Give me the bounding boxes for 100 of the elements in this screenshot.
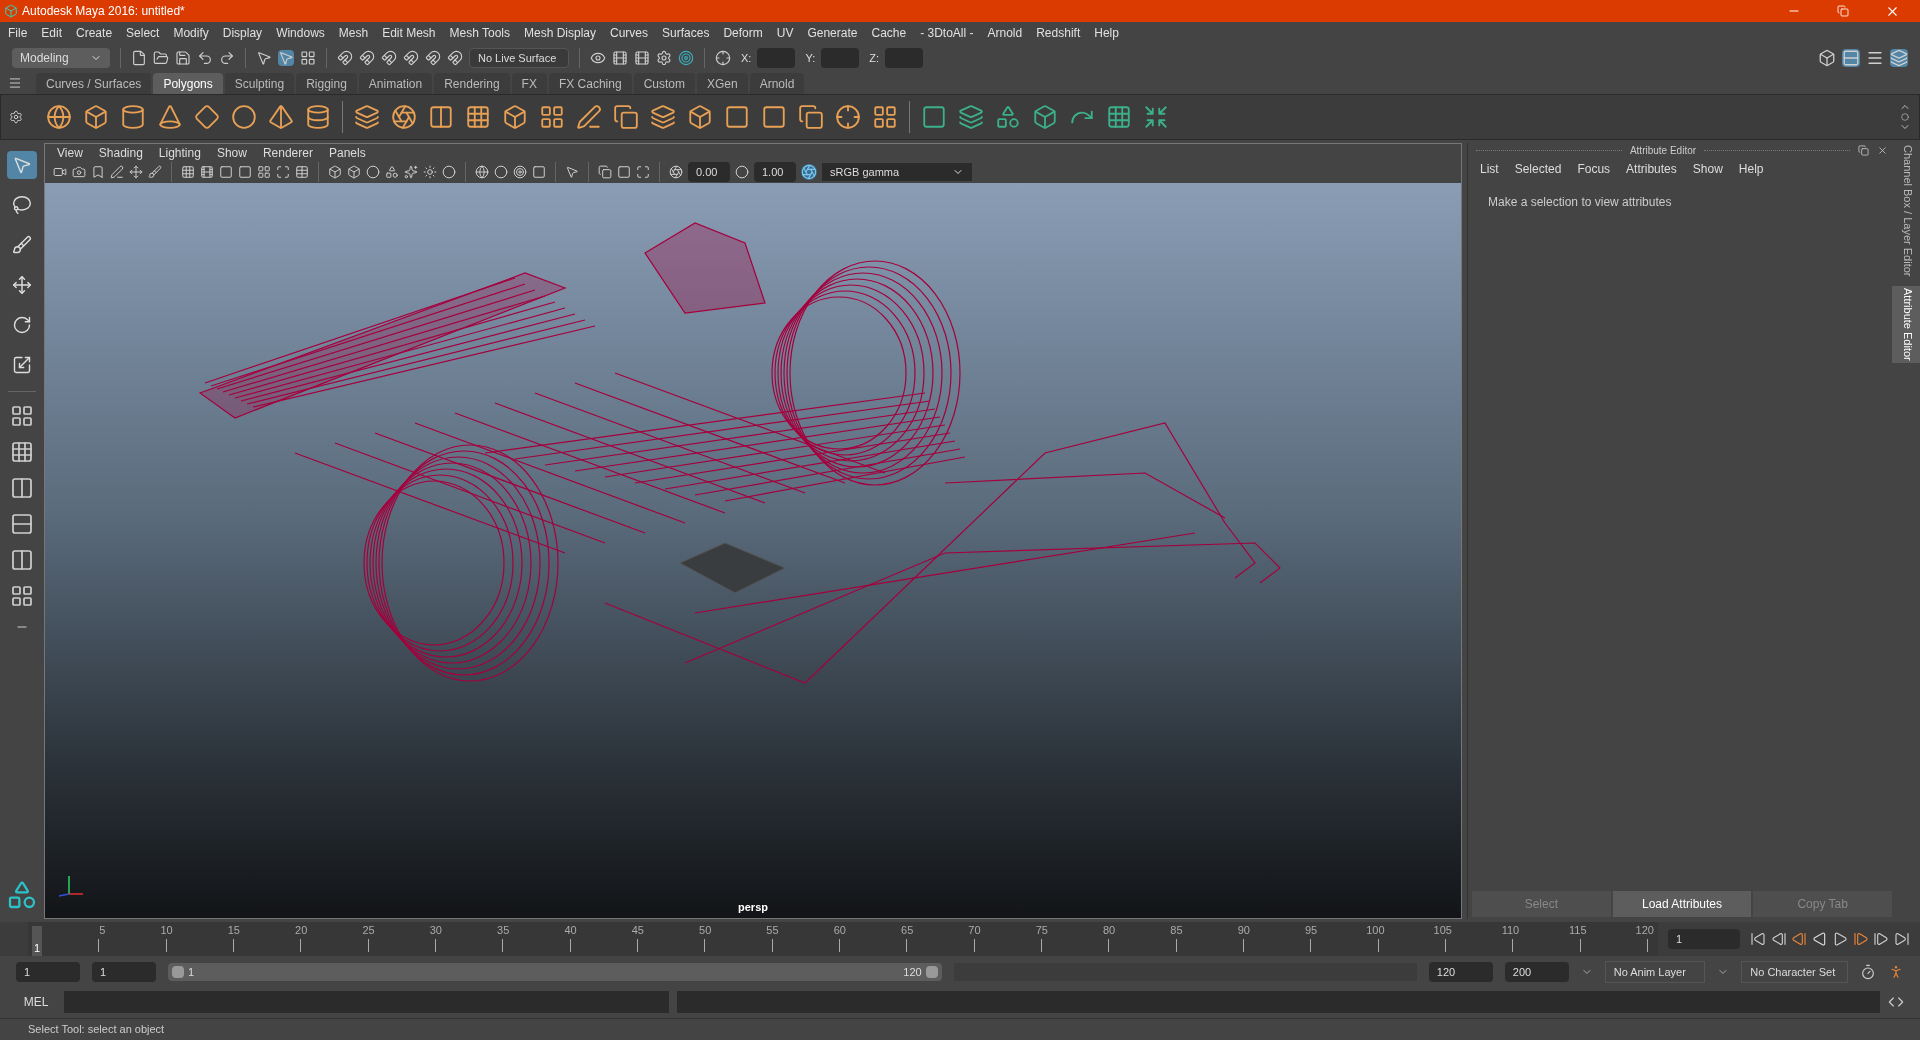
shelf-tab[interactable]: Curves / Surfaces bbox=[36, 73, 152, 94]
magnet-icon[interactable] bbox=[337, 50, 353, 66]
cylinder-icon[interactable] bbox=[305, 104, 331, 130]
shapes-icon[interactable] bbox=[385, 165, 399, 179]
menu-item[interactable]: Help bbox=[1094, 24, 1119, 42]
target-icon[interactable] bbox=[513, 165, 527, 179]
coordinate-field[interactable] bbox=[821, 48, 860, 68]
arrows-icon[interactable] bbox=[1143, 104, 1169, 130]
move-icon[interactable] bbox=[129, 165, 143, 179]
grid-icon[interactable] bbox=[465, 104, 491, 130]
pyramid-icon[interactable] bbox=[268, 104, 294, 130]
viewport-menu-item[interactable]: Renderer bbox=[262, 143, 313, 162]
shelf-tab[interactable]: Arnold bbox=[749, 73, 805, 94]
layout-icon[interactable] bbox=[10, 548, 34, 572]
menu-item[interactable]: File bbox=[8, 24, 28, 42]
shelf-tab[interactable]: Polygons bbox=[153, 73, 223, 94]
shelf-tab[interactable]: XGen bbox=[696, 73, 748, 94]
timer-icon[interactable] bbox=[1860, 964, 1876, 980]
color-space-dropdown[interactable]: sRGB gamma bbox=[822, 163, 972, 181]
step-back-icon[interactable] bbox=[1770, 931, 1787, 947]
viewport-menu-item[interactable]: View bbox=[57, 143, 83, 162]
running-figure-icon[interactable] bbox=[1888, 964, 1904, 980]
menu-item[interactable]: Deform bbox=[723, 24, 763, 42]
cube-icon[interactable] bbox=[328, 165, 342, 179]
grid-icon[interactable] bbox=[181, 165, 195, 179]
frame-icon[interactable] bbox=[636, 165, 650, 179]
attribute-menu-item[interactable]: Show bbox=[1692, 160, 1723, 178]
aperture-icon[interactable] bbox=[669, 165, 683, 179]
close-icon[interactable] bbox=[1877, 144, 1888, 156]
circle-icon[interactable] bbox=[366, 165, 380, 179]
grid-icon[interactable] bbox=[300, 50, 316, 66]
aperture-icon[interactable] bbox=[391, 104, 417, 130]
film-icon[interactable] bbox=[612, 50, 628, 66]
restore-icon[interactable] bbox=[1837, 5, 1849, 17]
circle-icon[interactable] bbox=[442, 165, 456, 179]
redo-icon[interactable] bbox=[219, 50, 235, 66]
pen-icon[interactable] bbox=[110, 165, 124, 179]
menu-item[interactable]: Mesh Display bbox=[524, 24, 597, 42]
gamma-icon[interactable] bbox=[735, 165, 749, 179]
cube-icon[interactable] bbox=[83, 104, 109, 130]
cube-icon[interactable] bbox=[687, 104, 713, 130]
menu-item[interactable]: Modify bbox=[173, 24, 209, 42]
command-input-field[interactable] bbox=[64, 991, 669, 1013]
shelf-tab[interactable]: FX Caching bbox=[548, 73, 632, 94]
cylinder-icon[interactable] bbox=[120, 104, 146, 130]
grid-icon[interactable] bbox=[872, 104, 898, 130]
sphere-icon[interactable] bbox=[46, 104, 72, 130]
frame-icon[interactable] bbox=[276, 165, 290, 179]
menu-item[interactable]: Arnold bbox=[987, 24, 1023, 42]
split-icon[interactable] bbox=[428, 104, 454, 130]
menu-item[interactable]: UV bbox=[776, 24, 794, 42]
logo-icon[interactable] bbox=[6, 879, 38, 911]
layers-icon[interactable] bbox=[958, 104, 984, 130]
layout-icon[interactable] bbox=[10, 476, 34, 500]
menu-item[interactable]: Cache bbox=[871, 24, 907, 42]
shelf-tab[interactable]: Custom bbox=[633, 73, 695, 94]
square-icon[interactable] bbox=[921, 104, 947, 130]
shelf-tab[interactable]: Rigging bbox=[296, 73, 357, 94]
target-icon[interactable] bbox=[678, 50, 694, 66]
attribute-menu-item[interactable]: Selected bbox=[1514, 160, 1562, 178]
playback-start-field[interactable]: 1 bbox=[92, 962, 156, 982]
side-tab[interactable]: Attribute Editor bbox=[1891, 286, 1920, 364]
menu-item[interactable]: Surfaces bbox=[662, 24, 710, 42]
pen-icon[interactable] bbox=[576, 104, 602, 130]
menu-item[interactable]: Mesh bbox=[338, 24, 369, 42]
settings-icon[interactable] bbox=[9, 110, 23, 124]
menu-icon[interactable] bbox=[8, 76, 22, 90]
copy-icon[interactable] bbox=[598, 165, 612, 179]
table-icon[interactable] bbox=[295, 165, 309, 179]
shelf-tab[interactable]: Sculpting bbox=[224, 73, 295, 94]
layout-icon[interactable] bbox=[10, 404, 34, 428]
cube-icon[interactable] bbox=[502, 104, 528, 130]
time-slider[interactable]: 1 5 10 15 20 25 30 35 40 45 50 55 60 65 70 75 80 85 90 95 100 105 110 115 120 bbox=[28, 922, 1658, 956]
current-frame-field[interactable]: 1 bbox=[1668, 929, 1740, 949]
menu-item[interactable]: Mesh Tools bbox=[449, 24, 510, 42]
shelf-tab[interactable]: FX bbox=[511, 73, 547, 94]
menu-item[interactable]: Curves bbox=[610, 24, 649, 42]
script-editor-icon[interactable] bbox=[1888, 994, 1904, 1010]
pointer-icon[interactable] bbox=[256, 50, 272, 66]
diamond-icon[interactable] bbox=[194, 104, 220, 130]
play-backward-icon[interactable] bbox=[1811, 931, 1828, 947]
film-icon[interactable] bbox=[200, 165, 214, 179]
menu-item[interactable]: Select bbox=[126, 24, 160, 42]
menu-item[interactable]: - 3DtoAll - bbox=[920, 24, 974, 42]
shapes-icon[interactable] bbox=[995, 104, 1021, 130]
step-forward-icon[interactable] bbox=[1873, 931, 1890, 947]
copy-icon[interactable] bbox=[613, 104, 639, 130]
exposure-field[interactable]: 0.00 bbox=[688, 162, 730, 182]
menu-item[interactable]: Edit Mesh bbox=[382, 24, 436, 42]
cone-icon[interactable] bbox=[157, 104, 183, 130]
file-icon[interactable] bbox=[131, 50, 147, 66]
channel-box-icon[interactable] bbox=[1842, 49, 1860, 67]
ring-icon[interactable] bbox=[231, 104, 257, 130]
menu-item[interactable]: Display bbox=[222, 24, 263, 42]
square-icon[interactable] bbox=[238, 165, 252, 179]
shelf-tab[interactable]: Animation bbox=[358, 73, 433, 94]
previous-key-icon[interactable] bbox=[1791, 931, 1808, 947]
menu-item[interactable]: Generate bbox=[807, 24, 858, 42]
attribute-menu-item[interactable]: List bbox=[1480, 160, 1499, 178]
camera-icon[interactable] bbox=[72, 165, 86, 179]
